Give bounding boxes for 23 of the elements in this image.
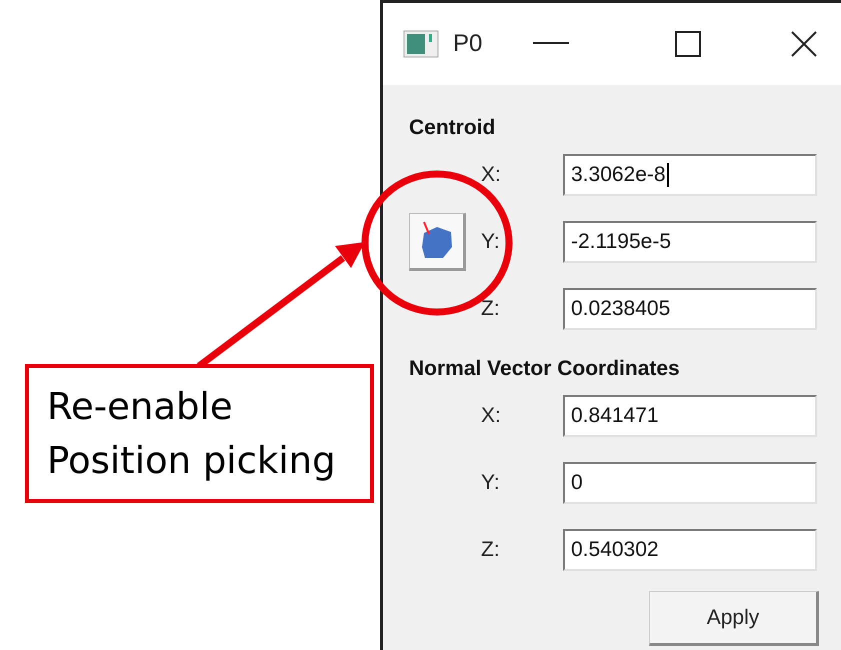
field-label: Z: (481, 296, 501, 322)
input-field[interactable]: 0 (563, 462, 817, 504)
callout-text: Re-enable (47, 384, 234, 430)
maximize-icon[interactable] (675, 31, 701, 57)
input-field[interactable]: 0.841471 (563, 394, 817, 436)
input-field[interactable]: 0.0238405 (563, 288, 817, 330)
close-icon[interactable] (791, 31, 817, 57)
field-label: Y: (481, 470, 501, 496)
input-field[interactable]: 0.540302 (563, 528, 817, 570)
section-heading: Normal Vector Coordinates (409, 356, 681, 382)
input-field[interactable]: 3.3062e-8 (563, 154, 817, 196)
section-heading: Centroid (409, 115, 496, 141)
field-label: X: (481, 162, 502, 188)
minimize-icon[interactable] (533, 42, 569, 46)
field-label: X: (481, 402, 502, 429)
window-title: P0 (453, 29, 484, 59)
field-label: Y: (481, 228, 501, 255)
pick-button[interactable] (409, 212, 466, 270)
apply-button[interactable]: Apply (649, 591, 819, 646)
input-field[interactable]: -2.1195e-5 (563, 220, 817, 262)
window-icon (403, 30, 439, 58)
field-label: Z: (481, 536, 501, 563)
callout-text: Position picking (47, 438, 337, 484)
